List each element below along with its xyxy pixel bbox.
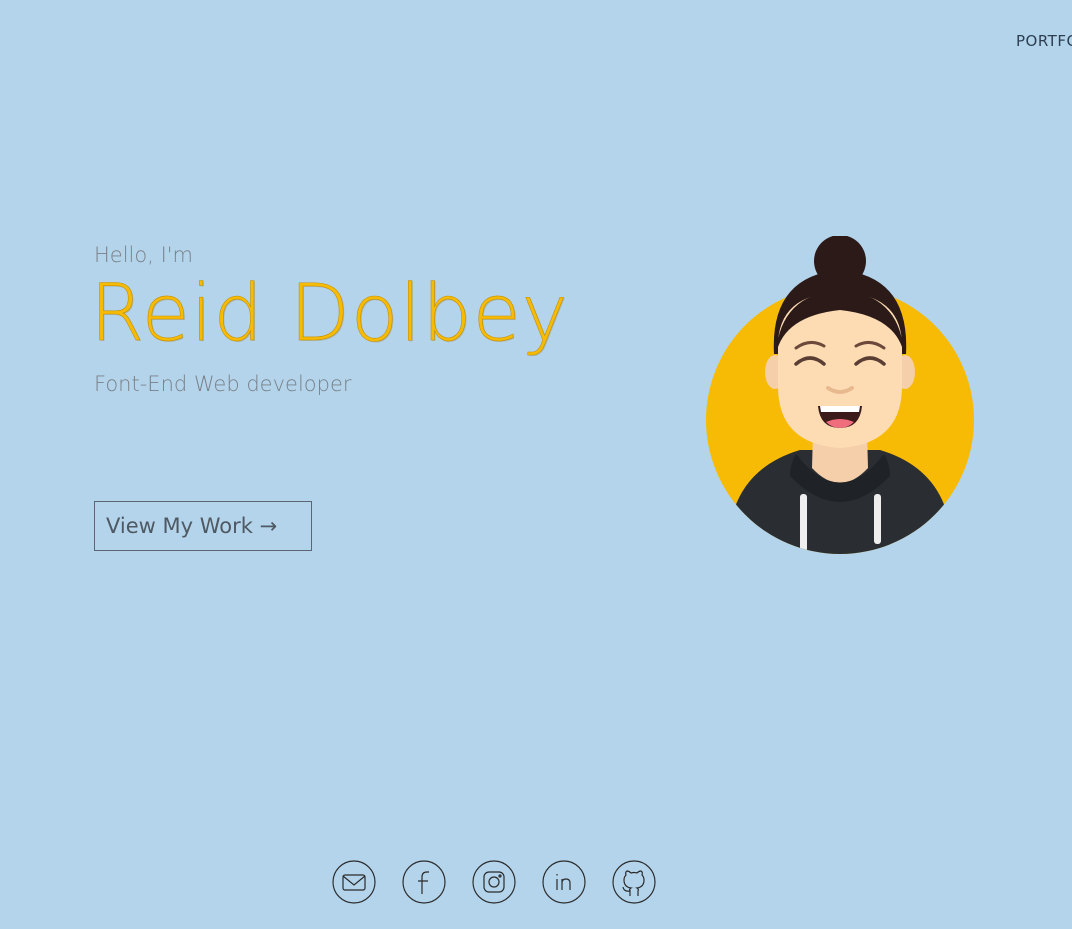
social-links <box>332 860 656 904</box>
github-icon[interactable] <box>612 860 656 904</box>
hero-role: Font-End Web developer <box>94 372 352 396</box>
facebook-icon[interactable] <box>402 860 446 904</box>
nav-link-portfolio[interactable]: PORTFOLIO <box>1016 32 1072 50</box>
view-my-work-button[interactable]: View My Work → <box>94 501 312 551</box>
avatar-illustration <box>706 235 974 554</box>
hero-name: Reid Dolbey <box>90 269 569 359</box>
hero-greeting: Hello, I'm <box>94 243 194 267</box>
mail-icon[interactable] <box>332 860 376 904</box>
avatar <box>700 235 980 556</box>
linkedin-icon[interactable] <box>542 860 586 904</box>
instagram-icon[interactable] <box>472 860 516 904</box>
